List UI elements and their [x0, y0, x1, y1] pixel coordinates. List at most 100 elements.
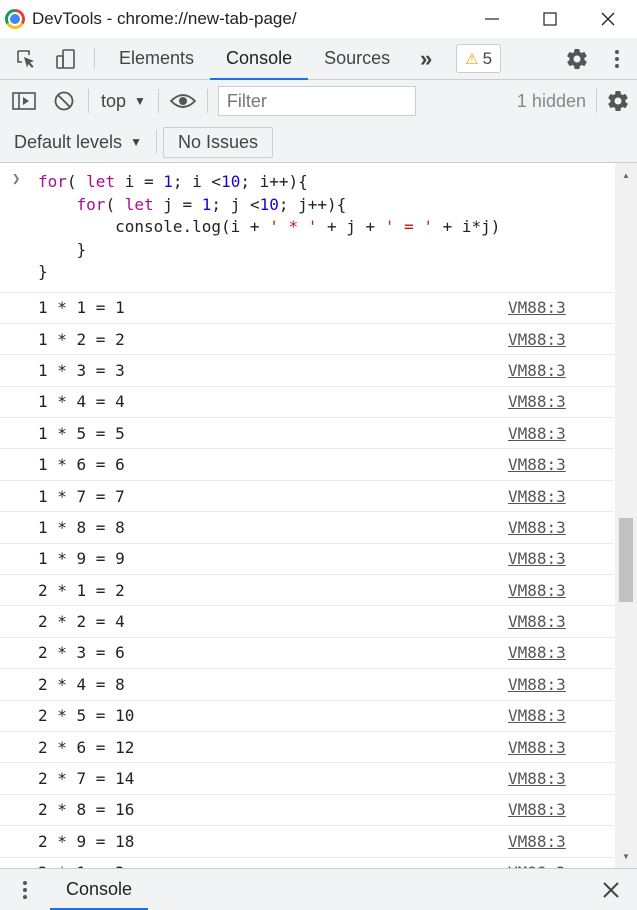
window-title: DevTools - chrome://new-tab-page/ [32, 9, 297, 28]
log-source-link[interactable]: VM88:3 [508, 518, 566, 537]
divider [157, 89, 159, 113]
window-controls [463, 0, 637, 38]
dropdown-caret-icon: ▼ [130, 135, 142, 149]
scrollbar-thumb[interactable] [619, 518, 633, 602]
log-source-link[interactable]: VM88:3 [508, 769, 566, 788]
log-levels-label: Default levels [14, 131, 123, 152]
log-message-text: 2 * 4 = 8 [38, 674, 125, 694]
close-icon [603, 881, 619, 898]
log-message-text: 2 * 2 = 4 [38, 612, 125, 632]
log-source-link[interactable]: VM88:3 [508, 424, 566, 443]
kebab-menu-icon [23, 880, 27, 899]
device-toolbar-button[interactable] [46, 38, 86, 79]
eye-icon [169, 94, 196, 108]
log-message-row: 1 * 6 = 6 VM88:3 [0, 449, 614, 481]
log-source-link[interactable]: VM88:3 [508, 581, 566, 600]
tab-sources[interactable]: Sources [308, 38, 406, 79]
log-levels-dropdown[interactable]: Default levels ▼ [0, 132, 156, 153]
inspect-element-button[interactable] [6, 38, 46, 79]
tabbar-right [548, 38, 637, 79]
log-message-row: 1 * 8 = 8 VM88:3 [0, 512, 614, 544]
close-window-button[interactable] [579, 0, 637, 38]
log-message-text: 1 * 3 = 3 [38, 360, 125, 380]
log-message-row: 1 * 5 = 5 VM88:3 [0, 418, 614, 450]
context-selector[interactable]: top ▼ [93, 91, 154, 112]
log-source-link[interactable]: VM88:3 [508, 643, 566, 662]
log-source-link[interactable]: VM88:3 [508, 392, 566, 411]
log-source-link[interactable]: VM88:3 [508, 706, 566, 725]
log-message-text: 1 * 2 = 2 [38, 329, 125, 349]
levels-bar: Default levels ▼ No Issues [0, 122, 637, 163]
log-source-link[interactable]: VM88:3 [508, 298, 566, 317]
issues-button[interactable]: No Issues [162, 126, 273, 158]
log-source-link[interactable]: VM88:3 [508, 832, 566, 851]
warnings-count: 5 [482, 48, 493, 68]
more-options-button[interactable] [597, 48, 637, 70]
drawer-tab-console[interactable]: Console [50, 869, 149, 910]
log-message-row: 2 * 8 = 16 VM88:3 [0, 795, 614, 827]
live-expression-button[interactable] [163, 80, 203, 122]
chrome-logo-icon [5, 9, 25, 29]
settings-button[interactable] [557, 47, 597, 71]
maximize-button[interactable] [521, 0, 579, 38]
tab-console[interactable]: Console [210, 38, 309, 80]
warnings-badge[interactable]: ⚠ 5 [456, 44, 502, 73]
log-message-text: 2 * 9 = 18 [38, 831, 135, 851]
gear-icon [567, 48, 587, 69]
log-message-row: 2 * 5 = 10 VM88:3 [0, 701, 614, 732]
tab-elements[interactable]: Elements [103, 38, 210, 79]
divider [206, 89, 208, 113]
sidebar-toggle-icon [12, 92, 36, 110]
code-line: console.log(i + ' * ' + j + ' = ' + i*j) [38, 217, 501, 236]
gear-icon [608, 90, 628, 112]
maximize-icon [543, 12, 557, 26]
divider [155, 130, 157, 154]
log-source-link[interactable]: VM88:3 [508, 487, 566, 506]
drawer-tabbar: Console [0, 868, 637, 910]
console-settings-button[interactable] [599, 80, 637, 122]
log-message-row: 3 * 1 = 3VM88:3 [0, 858, 614, 868]
code-line: for( let i = 1; i <10; i++){ [38, 172, 308, 191]
log-message-row: 1 * 1 = 1 VM88:3 [0, 293, 614, 324]
log-message-text: 1 * 7 = 7 [38, 486, 125, 506]
scroll-up-arrow-icon[interactable]: ▲ [615, 167, 637, 183]
log-message-text: 1 * 9 = 9 [38, 549, 125, 569]
log-message-text: 2 * 8 = 16 [38, 800, 135, 820]
log-message-text: 2 * 1 = 2 [38, 580, 125, 600]
log-message-row: 2 * 9 = 18 VM88:3 [0, 826, 614, 858]
dropdown-caret-icon: ▼ [134, 94, 146, 108]
code-line: } [38, 239, 87, 259]
clear-console-button[interactable] [44, 80, 84, 122]
log-message-text: 1 * 1 = 1 [38, 298, 125, 318]
warning-icon: ⚠ [465, 50, 479, 68]
divider [596, 89, 597, 113]
show-sidebar-button[interactable] [4, 80, 44, 122]
log-message-text: 1 * 4 = 4 [38, 392, 125, 412]
divider [88, 89, 89, 113]
log-message-row: 2 * 2 = 4 VM88:3 [0, 606, 614, 638]
log-source-link[interactable]: VM88:3 [508, 800, 566, 819]
close-icon [601, 12, 615, 26]
more-tabs-button[interactable]: » [406, 38, 446, 79]
window-titlebar: DevTools - chrome://new-tab-page/ [0, 0, 637, 38]
close-drawer-button[interactable] [585, 869, 637, 910]
filter-input[interactable] [217, 86, 416, 116]
chevron-right-icon: ❯ [12, 171, 21, 187]
console-scrollbar[interactable]: ▲ ▼ [615, 163, 637, 868]
log-message-row: 1 * 7 = 7 VM88:3 [0, 481, 614, 513]
log-source-link[interactable]: VM88:3 [508, 612, 566, 631]
drawer-menu-button[interactable] [0, 869, 50, 910]
log-message-row: 1 * 4 = 4 VM88:3 [0, 387, 614, 419]
console-output[interactable]: ❯ for( let i = 1; i <10; i++){ for( let … [0, 163, 637, 868]
kebab-menu-icon [615, 49, 619, 68]
log-source-link[interactable]: VM88:3 [508, 675, 566, 694]
scroll-down-arrow-icon[interactable]: ▼ [615, 848, 637, 864]
log-source-link[interactable]: VM88:3 [508, 549, 566, 568]
log-source-link[interactable]: VM88:3 [508, 330, 566, 349]
log-source-link[interactable]: VM88:3 [508, 455, 566, 474]
log-message-text: 2 * 3 = 6 [38, 643, 125, 663]
log-source-link[interactable]: VM88:3 [508, 361, 566, 380]
inspect-cursor-icon [17, 49, 34, 68]
minimize-button[interactable] [463, 0, 521, 38]
log-source-link[interactable]: VM88:3 [508, 738, 566, 757]
